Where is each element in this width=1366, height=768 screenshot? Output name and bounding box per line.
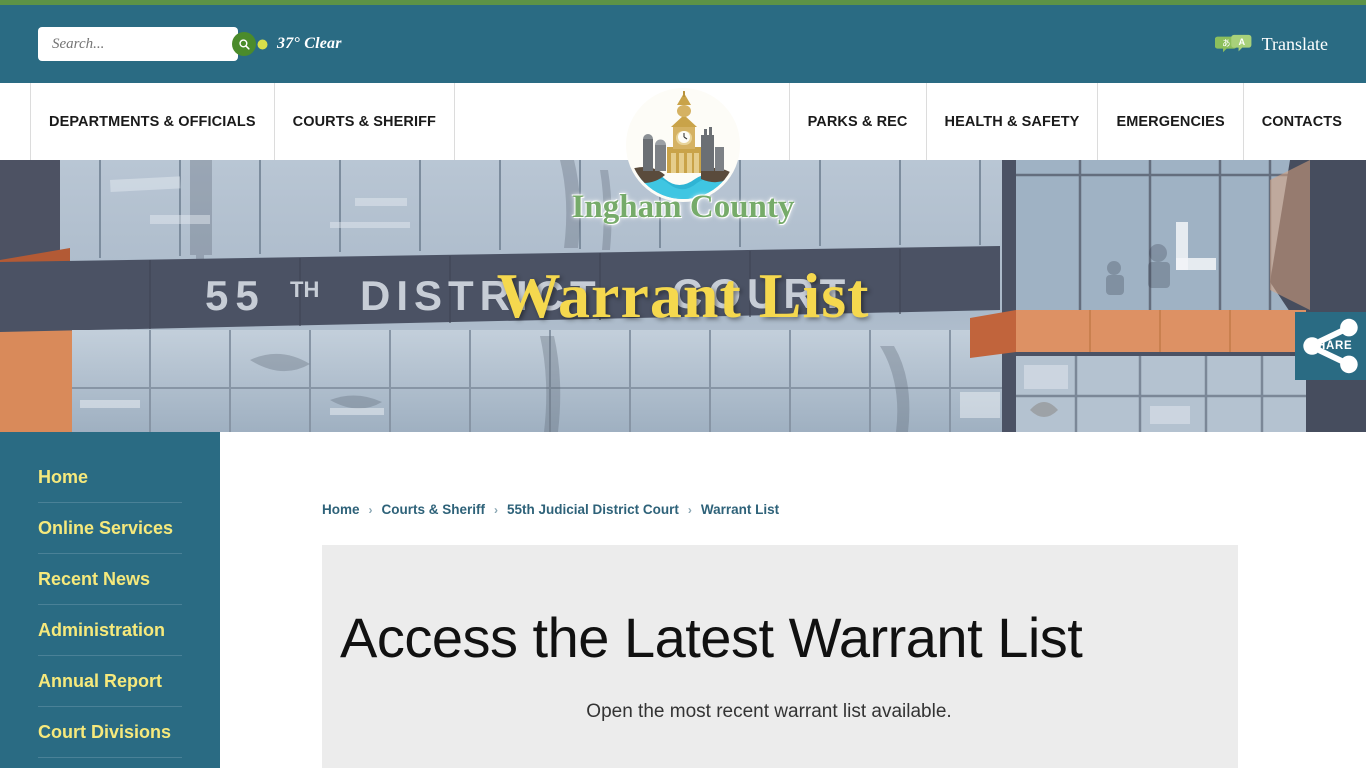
search-icon [238,38,250,50]
nav-item-label: COURTS & SHERIFF [292,113,437,130]
translate-label: Translate [1261,33,1328,54]
utility-bar: 37° Clear あ A Translate [0,5,1366,83]
translate-widget[interactable]: あ A Translate [1214,33,1328,55]
sidebar-item-label: Online Services [38,518,174,538]
share-icon [1303,318,1358,374]
breadcrumb: Home › Courts & Sheriff › 55th Judicial … [322,432,1366,517]
nav-item-label: DEPARTMENTS & OFFICIALS [49,113,256,130]
page-subtitle: Open the most recent warrant list availa… [586,700,952,722]
nav-item-departments-officials[interactable]: DEPARTMENTS & OFFICIALS [30,83,275,160]
nav-item-contacts[interactable]: CONTACTS [1244,83,1366,160]
main-content: Home › Courts & Sheriff › 55th Judicial … [220,432,1366,768]
sidebar-item-recent-news[interactable]: Recent News [38,554,182,605]
sidebar-item-annual-report[interactable]: Annual Report [38,656,182,707]
nav-item-courts-sheriff[interactable]: COURTS & SHERIFF [275,83,456,160]
svg-text:あ: あ [1222,38,1230,48]
sidebar-item-administration[interactable]: Administration [38,605,182,656]
search-box[interactable] [38,27,256,61]
nav-group-right: PARKS & REC HEALTH & SAFETY EMERGENCIES … [788,83,1366,160]
page-body: Home Online Services Recent News Adminis… [0,432,1366,768]
search-input[interactable] [52,35,232,53]
weather-clear-icon [257,38,268,50]
hero-title: Warrant List [496,260,870,331]
nav-item-label: CONTACTS [1261,113,1342,130]
site-logo[interactable]: Ingham County [518,91,848,241]
breadcrumb-separator: › [494,502,499,517]
sidebar-item-label: Home [38,467,89,487]
search-button[interactable] [232,32,256,56]
nav-item-health-safety[interactable]: HEALTH & SAFETY [927,83,1099,160]
breadcrumb-item-home[interactable]: Home [322,502,360,517]
page-title: Access the Latest Warrant List [340,606,1083,669]
weather-widget: 37° Clear [256,35,342,53]
breadcrumb-separator: › [368,502,373,517]
sidebar-item-home[interactable]: Home [38,454,182,503]
share-button[interactable]: SHARE [1295,312,1366,380]
warrant-list-card: Access the Latest Warrant List Open the … [322,545,1238,768]
breadcrumb-separator: › [687,502,692,517]
svg-text:A: A [1238,37,1245,47]
main-navigation: DEPARTMENTS & OFFICIALS COURTS & SHERIFF… [0,83,1366,225]
nav-item-emergencies[interactable]: EMERGENCIES [1098,83,1244,160]
nav-item-label: EMERGENCIES [1116,113,1225,130]
weather-text: 37° Clear [277,35,342,52]
breadcrumb-item-55th-judicial-district-court[interactable]: 55th Judicial District Court [507,502,679,517]
courthouse-logo-icon [629,91,737,199]
logo-text: Ingham County [571,189,795,225]
sidebar-item-label: Administration [38,620,166,640]
sidebar-item-label: Court Divisions [38,722,172,742]
nav-item-label: HEALTH & SAFETY [944,113,1080,130]
sidebar-item-online-services[interactable]: Online Services [38,503,182,554]
sidebar-navigation: Home Online Services Recent News Adminis… [0,432,220,768]
breadcrumb-item-warrant-list: Warrant List [700,502,780,517]
sidebar-item-court-divisions[interactable]: Court Divisions [38,707,182,758]
breadcrumb-item-courts-sheriff[interactable]: Courts & Sheriff [382,502,486,517]
translate-icon: あ A [1214,34,1252,53]
nav-group-left: DEPARTMENTS & OFFICIALS COURTS & SHERIFF [30,83,456,160]
sidebar-item-label: Recent News [38,569,151,589]
sidebar-item-label: Annual Report [38,671,162,691]
